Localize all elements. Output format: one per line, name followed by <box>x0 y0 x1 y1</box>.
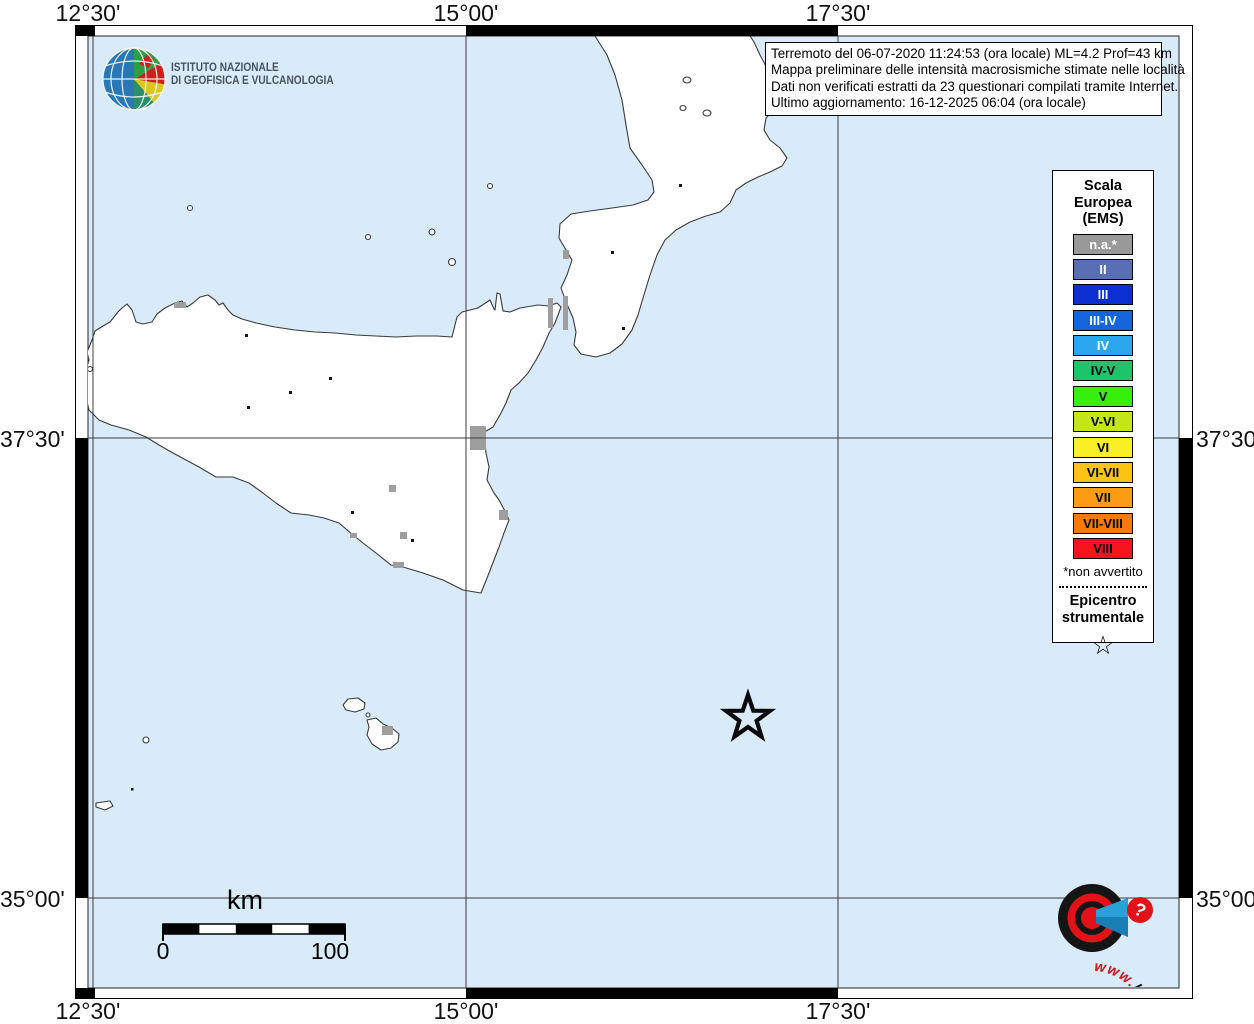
legend-divider <box>1059 585 1147 588</box>
legend-intensity-chip: VII <box>1073 487 1133 509</box>
sea-area <box>87 35 1180 989</box>
latitude-label-left-1: 37°30' <box>0 426 65 452</box>
legend-intensity-chip: V-VI <box>1073 411 1133 433</box>
info-line-data: Dati non verificati estratti da 23 quest… <box>771 78 1179 94</box>
longitude-label-top-2: 15°00' <box>433 0 499 26</box>
legend-intensity-chip: VIII <box>1073 538 1133 560</box>
legend-intensity-chip: IV <box>1073 335 1133 357</box>
legend-intensity-chip: III <box>1073 284 1133 306</box>
legend-intensity-chip: II <box>1073 258 1133 280</box>
earthquake-intensity-map-page: 12°30' 15°00' 17°30' 12°30' 15°00' 17°30… <box>0 0 1254 1024</box>
legend-intensity-chip: VII-VIII <box>1073 512 1133 534</box>
ustica-island <box>186 204 194 212</box>
haisentitoilterremoto-logo: ? www.haisentitoilterremoto.it <box>1031 884 1157 987</box>
legend-footnote: *non avvertito <box>1063 563 1143 579</box>
aeolian-island-2 <box>428 228 436 236</box>
legend-intensity-chip: IV-V <box>1073 360 1133 382</box>
logo-text-www: www. <box>1093 959 1140 987</box>
scalebar-unit-label: km <box>227 885 263 915</box>
ems-scale-legend: Scala Europea (EMS) n.a.* II III III-IV IV IV… <box>1052 170 1154 658</box>
panarea-island <box>679 104 687 112</box>
legend-intensity-chip: n.a.* <box>1073 233 1133 255</box>
linosa-island <box>142 736 150 744</box>
legend-title-line2: Europea <box>1073 194 1132 211</box>
latitude-label-right-2: 35°00' <box>1196 886 1254 912</box>
scalebar-start-label: 0 <box>156 938 170 964</box>
scalebar-end-label: 100 <box>310 938 350 964</box>
info-line-update: Ultimo aggiornamento: 16-12-2025 06:04 (… <box>771 94 1086 110</box>
longitude-label-bottom-2: 15°00' <box>433 998 499 1024</box>
longitude-label-top-1: 12°30' <box>55 0 121 26</box>
legend-epicenter-label-line2: strumentale <box>1061 609 1145 626</box>
logo-text-domain: haisentitoilterremoto <box>1042 981 1157 987</box>
stromboli-island <box>682 76 692 84</box>
legend-intensity-chips: n.a.* II III III-IV IV IV-V V V-VI VI VI-VII VII VI… <box>1053 233 1153 560</box>
ingv-logo-line1: ISTITUTO NAZIONALE <box>171 62 279 74</box>
longitude-label-top-3: 17°30' <box>805 0 871 26</box>
legend-intensity-chip: III-IV <box>1073 309 1133 331</box>
ingv-logo-line2: DI GEOFISICA E VULCANOLOGIA <box>171 74 334 87</box>
comino-island <box>365 712 371 718</box>
legend-title-line3: (EMS) <box>1082 211 1124 227</box>
longitude-label-bottom-1: 12°30' <box>55 998 121 1024</box>
ingv-logo-text: ISTITUTO NAZIONALE DI GEOFISICA E VULCAN… <box>171 62 334 87</box>
info-line-event: Terremoto del 06-07-2020 11:24:53 (ora l… <box>771 46 1172 61</box>
aeolian-island-3 <box>447 257 457 267</box>
legend-intensity-chip: VI <box>1073 436 1133 458</box>
latitude-label-left-2: 35°00' <box>0 886 65 912</box>
aeolian-island-1 <box>364 233 372 241</box>
legend-epicenter-star-icon: ☆ <box>1091 629 1115 660</box>
aeolian-island-4 <box>486 182 494 190</box>
legend-epicenter-label-line1: Epicentro <box>1069 592 1137 609</box>
info-line-maptype: Mappa preliminare delle intensità macros… <box>771 62 1185 78</box>
logo-curved-text: www.haisentitoilterremoto.it <box>1031 959 1157 987</box>
egadi-island-2 <box>88 365 94 373</box>
lipari-island <box>702 109 712 117</box>
egadi-island-1 <box>81 359 87 365</box>
earthquake-info-box: Terremoto del 06-07-2020 11:24:53 (ora l… <box>765 42 1185 117</box>
legend-intensity-chip: VI-VII <box>1073 462 1133 484</box>
latitude-label-right-1: 37°30' <box>1196 426 1254 452</box>
legend-title-line1: Scala <box>1084 178 1122 194</box>
longitude-label-bottom-3: 17°30' <box>805 998 871 1024</box>
legend-intensity-chip: V <box>1073 385 1133 407</box>
ingv-logo-globe <box>102 47 166 111</box>
